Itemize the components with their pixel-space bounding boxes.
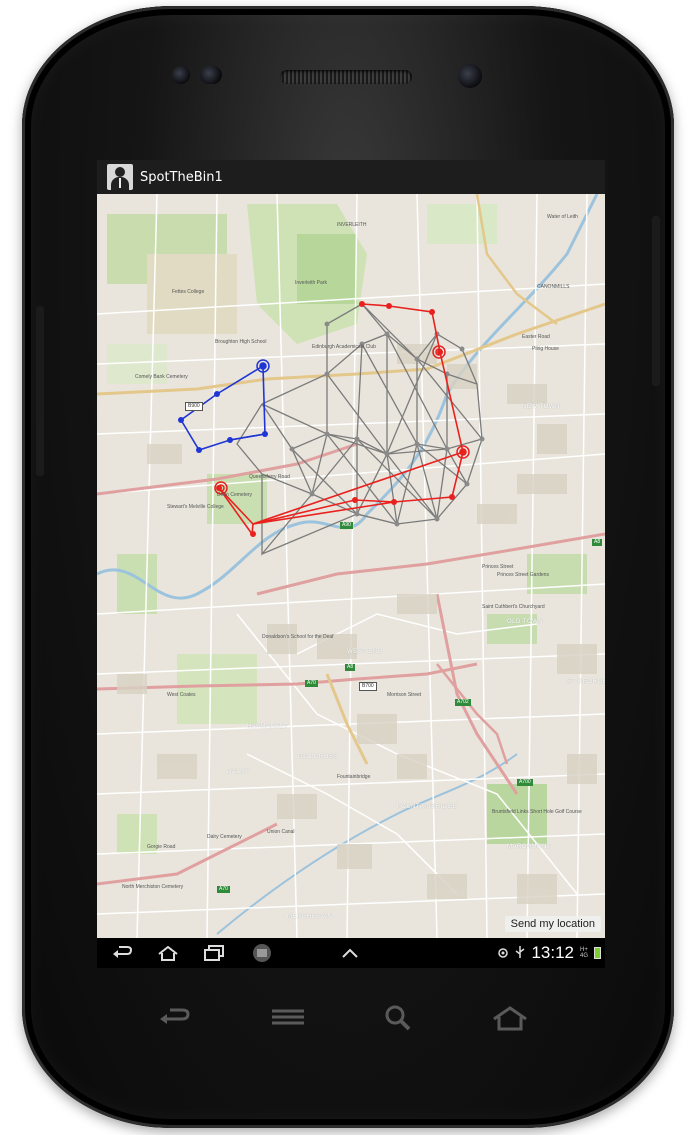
district-label: MERCHISTON: [287, 914, 333, 920]
road-number-shield: A8: [592, 539, 603, 546]
map-place-label: Easter Road: [522, 334, 550, 340]
map-place-label: North Merchiston Cemetery: [122, 884, 184, 890]
map-canvas: [97, 194, 605, 938]
road-number-shield: A70: [305, 680, 318, 687]
district-label: TOLLCROSS: [297, 754, 338, 760]
district-label: HAYMARKET: [247, 724, 289, 730]
app-logo-icon: [107, 164, 133, 190]
system-navigation-bar: 13:12 H+ 4G: [97, 938, 605, 968]
map-place-label: Stewart's Melville College: [167, 504, 224, 510]
road-number-shield: A90: [340, 522, 353, 529]
map-place-label: Inverleith Park: [295, 280, 327, 286]
map-place-label: Dean Cemetery: [217, 492, 253, 498]
map-place-label: Saint Cuthbert's Churchyard: [482, 604, 545, 610]
hardware-back-icon[interactable]: [152, 1000, 196, 1036]
send-location-button[interactable]: Send my location: [504, 916, 601, 932]
map-place-label: Fettes College: [172, 289, 205, 295]
district-label: WEST END: [347, 649, 383, 655]
map-place-label: Princes Street Gardens: [497, 572, 549, 578]
earpiece-speaker: [280, 70, 412, 84]
back-icon[interactable]: [109, 942, 135, 964]
road-number-shield: B700: [359, 682, 377, 691]
road-number-shield: A70: [217, 886, 230, 893]
map-place-label: Pilrig House: [532, 346, 559, 352]
status-area: 13:12 H+ 4G: [497, 938, 601, 968]
map-place-label: Donaldson's School for the Deaf: [262, 634, 334, 640]
map-place-label: Union Canal: [267, 829, 295, 835]
map-place-label: West Coates: [167, 692, 196, 698]
sensor-icon: [200, 66, 222, 84]
map-place-label: Edinburgh Academicals Club: [312, 344, 376, 350]
map-place-label: INVERLEITH: [337, 222, 367, 228]
road-number-shield: A700: [517, 779, 533, 786]
signal-gen: 4G: [579, 953, 588, 959]
map-place-label: CANONMILLS: [537, 284, 570, 290]
usb-icon: [515, 944, 525, 963]
home-icon[interactable]: [155, 942, 181, 964]
front-camera-icon: [458, 64, 482, 88]
gps-icon: [497, 944, 509, 963]
screenshot-icon[interactable]: [249, 942, 275, 964]
road-number-shield: A702: [455, 699, 471, 706]
map-place-label: Queensferry Road: [249, 474, 290, 480]
district-label: ST GEORGE: [567, 679, 605, 685]
action-bar: SpotTheBin1: [97, 160, 605, 194]
app-title: SpotTheBin1: [140, 169, 223, 185]
map-place-label: Comely Bank Cemetery: [135, 374, 188, 380]
map-place-label: Morrison Street: [387, 692, 422, 698]
sensor-icon: [172, 66, 190, 84]
device-screen: SpotTheBin1 INVERLEITH Fettes College Br…: [97, 160, 605, 968]
map-view[interactable]: INVERLEITH Fettes College Broughton High S…: [97, 194, 605, 938]
map-place-label: Princes Street: [482, 564, 514, 570]
hardware-search-icon[interactable]: [376, 1000, 420, 1036]
road-number-shield: B900: [185, 402, 203, 411]
battery-icon: [594, 947, 601, 959]
map-place-label: Fountainbridge: [337, 774, 371, 780]
signal-indicator: H+ 4G: [580, 947, 588, 959]
volume-button[interactable]: [36, 306, 44, 476]
map-place-label: Broughton High School: [215, 339, 267, 345]
power-button[interactable]: [652, 216, 660, 386]
chevron-up-icon[interactable]: [337, 942, 363, 964]
district-label: FOUNTAINBRIDGE: [397, 804, 458, 810]
map-place-label: Bruntsfield Links Short Hole Golf Course: [492, 809, 582, 815]
map-place-label: Gorgie Road: [147, 844, 176, 850]
district-label: NEW TOWN: [522, 404, 560, 410]
hardware-home-icon[interactable]: [488, 1000, 532, 1036]
road-number-shield: A8: [345, 664, 356, 671]
hardware-menu-icon[interactable]: [266, 1000, 310, 1036]
recent-apps-icon[interactable]: [201, 942, 227, 964]
map-place-label: Water of Leith: [547, 214, 578, 220]
district-label: DALRY: [227, 769, 250, 775]
map-place-label: Dalry Cemetery: [207, 834, 242, 840]
district-label: MARCHMONT: [507, 844, 552, 850]
district-label: OLD TOWN: [507, 619, 544, 625]
clock: 13:12: [531, 943, 574, 962]
